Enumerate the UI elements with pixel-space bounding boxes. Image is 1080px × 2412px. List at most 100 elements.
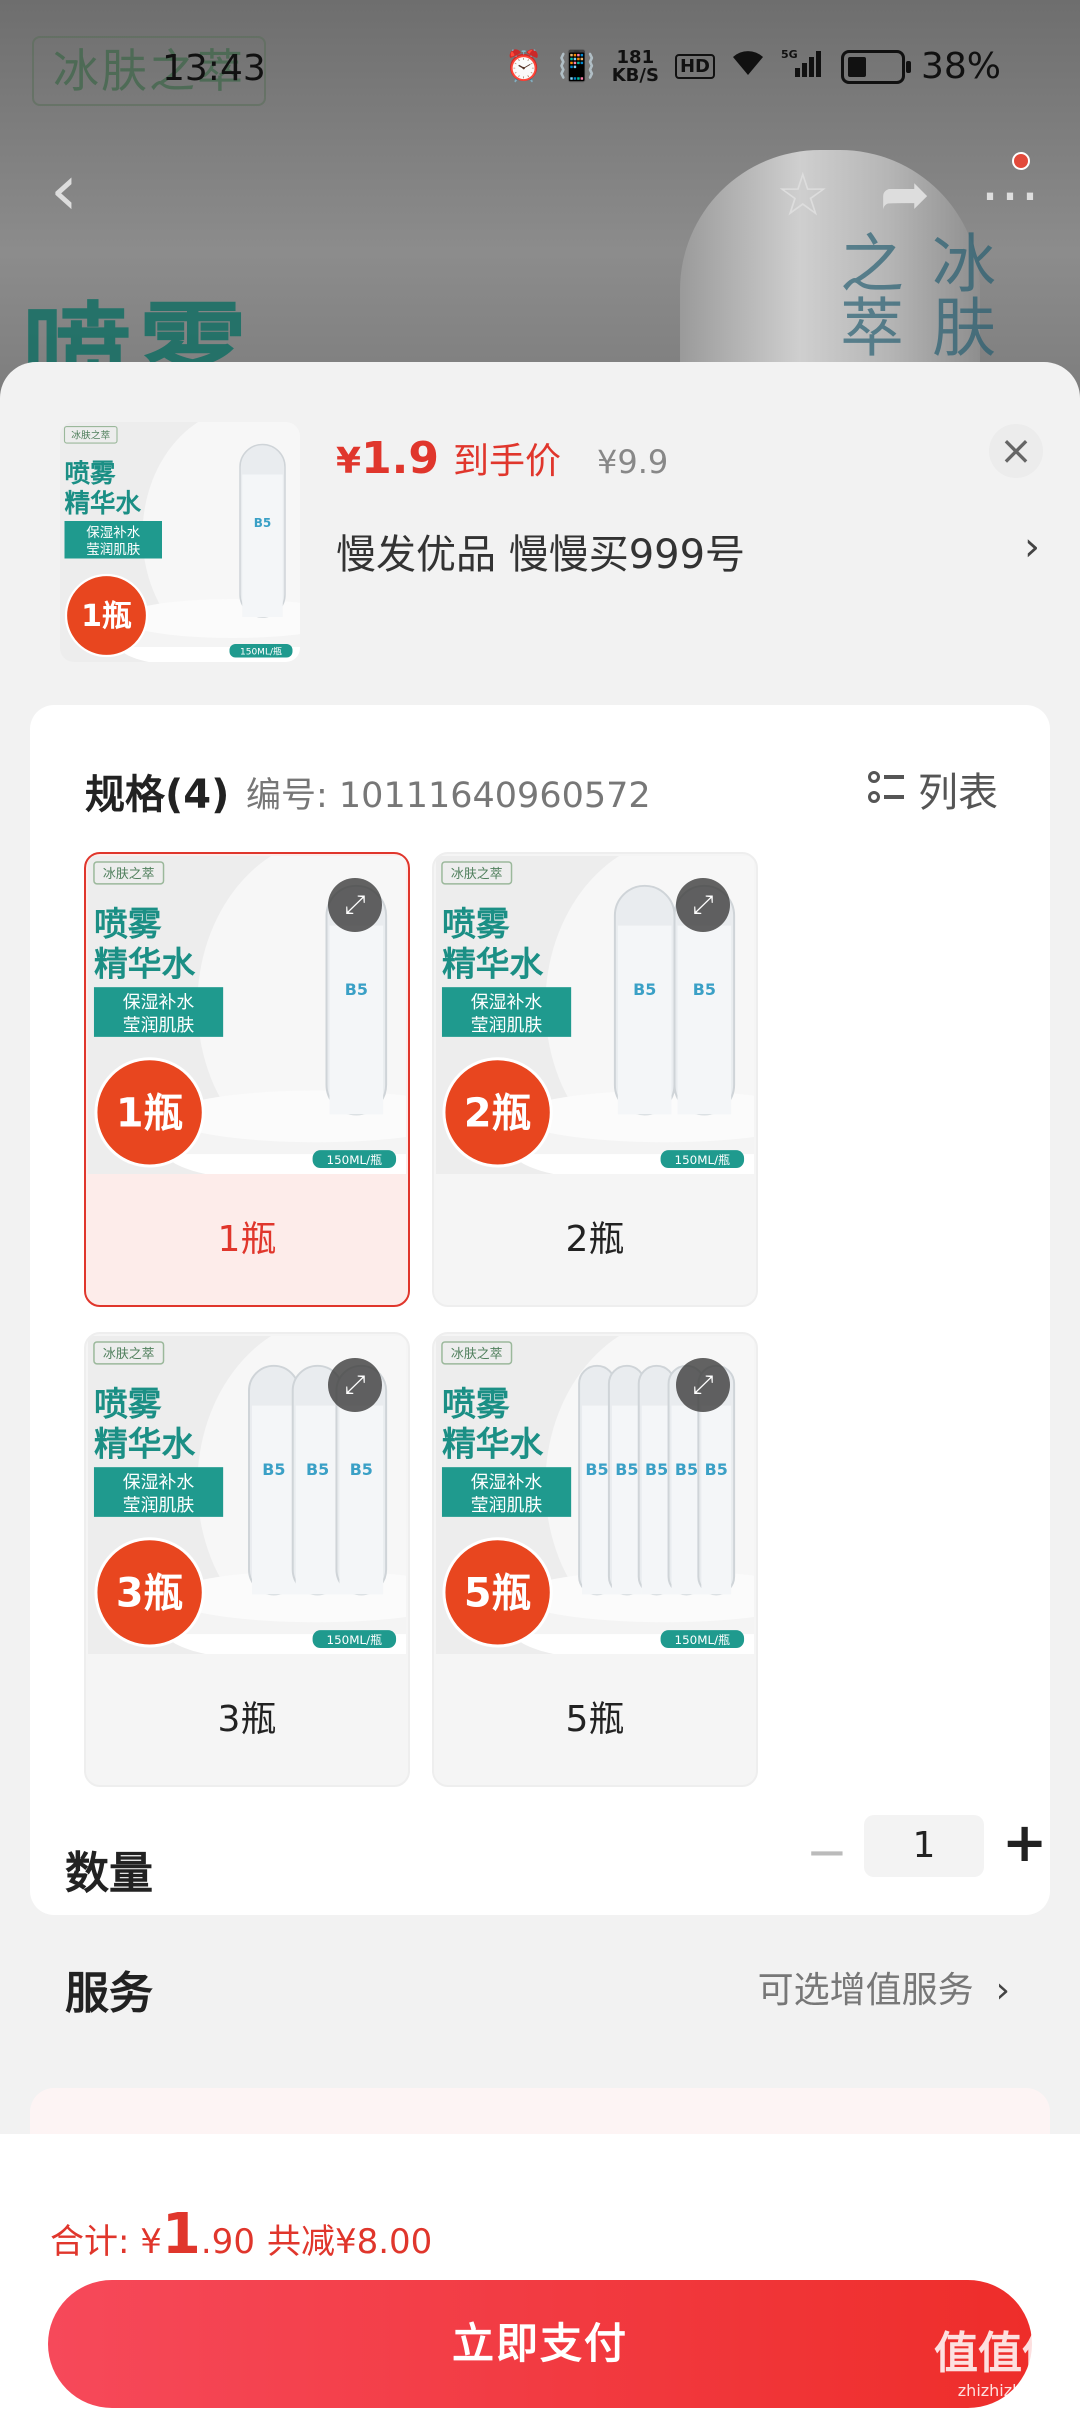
back-icon[interactable]: ‹ bbox=[50, 155, 90, 225]
svg-text:保湿补水: 保湿补水 bbox=[471, 992, 543, 1013]
promo-text[interactable]: 慢发优品 慢慢买999号 bbox=[336, 522, 745, 580]
wifi-icon bbox=[731, 49, 765, 85]
status-time: 13:43 bbox=[162, 48, 266, 89]
svg-text:B5: B5 bbox=[254, 516, 272, 530]
svg-text:1瓶: 1瓶 bbox=[116, 1090, 183, 1136]
total-price: 合计: ¥1.90 共减¥8.00 bbox=[50, 2202, 433, 2267]
close-icon[interactable]: × bbox=[989, 424, 1043, 478]
original-price: ¥9.9 bbox=[597, 443, 669, 481]
expand-icon[interactable]: ⤢ bbox=[676, 878, 730, 932]
svg-text:精华水: 精华水 bbox=[94, 944, 196, 983]
svg-text:B5: B5 bbox=[705, 1460, 728, 1479]
svg-text:精华水: 精华水 bbox=[65, 489, 142, 519]
checkout-footer: 合计: ¥1.90 共减¥8.00 立即支付 值值值 zhizhizhi.com bbox=[0, 2134, 1080, 2412]
spec-option-5[interactable]: B5 B5 B5 B5 B5 冰肤之萃 喷雾 精华水 保湿补水 莹润肌肤 5瓶 150ML/瓶 ⤢ 5… bbox=[432, 1332, 758, 1787]
price-currency: ¥ bbox=[336, 441, 362, 482]
svg-text:保湿补水: 保湿补水 bbox=[123, 992, 195, 1013]
svg-text:B5: B5 bbox=[675, 1460, 698, 1479]
service-label: 服务 bbox=[65, 1968, 153, 2019]
svg-text:莹润肌肤: 莹润肌肤 bbox=[471, 1015, 543, 1036]
expand-icon[interactable]: ⤢ bbox=[328, 878, 382, 932]
svg-text:保湿补水: 保湿补水 bbox=[86, 525, 140, 541]
svg-text:B5: B5 bbox=[633, 980, 656, 999]
chevron-right-icon: › bbox=[995, 1970, 1010, 2011]
signal-icon: 5G bbox=[781, 48, 825, 86]
service-selector[interactable]: 可选增值服务 › bbox=[758, 1961, 1010, 2013]
spec-option-label: 2瓶 bbox=[565, 1219, 625, 1260]
svg-text:喷雾: 喷雾 bbox=[65, 459, 117, 489]
spec-title: 规格(4) bbox=[85, 772, 230, 818]
svg-text:150ML/瓶: 150ML/瓶 bbox=[675, 1633, 731, 1647]
svg-text:150ML/瓶: 150ML/瓶 bbox=[327, 1153, 383, 1167]
status-icons: ⏰ 📳 181 KB/S HD 5G 38% bbox=[505, 46, 1001, 87]
svg-text:冰肤之萃: 冰肤之萃 bbox=[451, 1347, 503, 1362]
spec-card: 规格(4) 编号: 10111640960572 列表 B5 冰肤之萃 喷雾 精华水保… bbox=[30, 705, 1050, 2019]
vibrate-icon: 📳 bbox=[558, 49, 596, 84]
svg-text:150ML/瓶: 150ML/瓶 bbox=[675, 1153, 731, 1167]
hd-icon: HD bbox=[674, 54, 715, 79]
quantity-minus-button[interactable]: − bbox=[806, 1823, 848, 1881]
svg-text:莹润肌肤: 莹润肌肤 bbox=[123, 1495, 195, 1516]
svg-text:喷雾: 喷雾 bbox=[442, 1385, 510, 1424]
final-price-label: 到手价 bbox=[453, 441, 562, 482]
quantity-label: 数量 bbox=[65, 1848, 153, 1899]
svg-text:喷雾: 喷雾 bbox=[94, 1385, 162, 1424]
bottle: B5 bbox=[239, 443, 286, 618]
expand-icon[interactable]: ⤢ bbox=[676, 1358, 730, 1412]
svg-text:1瓶: 1瓶 bbox=[81, 599, 132, 634]
svg-text:B5: B5 bbox=[585, 1460, 608, 1479]
product-thumbnail[interactable]: B5 冰肤之萃喷雾 精华水保湿补水 莹润肌肤 1瓶 150ML/瓶 bbox=[60, 422, 300, 662]
final-price: 1.9 bbox=[361, 433, 440, 484]
svg-text:莹润肌肤: 莹润肌肤 bbox=[123, 1015, 195, 1036]
battery-percent: 38% bbox=[920, 46, 1001, 87]
spec-option-label: 1瓶 bbox=[217, 1219, 277, 1260]
quantity-input[interactable]: 1 bbox=[864, 1815, 984, 1877]
svg-text:精华水: 精华水 bbox=[442, 1424, 544, 1463]
star-icon[interactable]: ☆ bbox=[776, 160, 830, 230]
svg-text:5瓶: 5瓶 bbox=[464, 1570, 531, 1616]
bottle: B5 bbox=[247, 1364, 300, 1596]
status-bar: 13:43 ⏰ 📳 181 KB/S HD 5G 38% bbox=[0, 40, 1080, 100]
savings-text: 共减¥8.00 bbox=[266, 2222, 433, 2262]
share-icon[interactable]: ➦ bbox=[880, 160, 930, 230]
spec-bottom-sheet: × B5 冰肤之萃 喷雾 精华水 保湿补水 莹润肌肤 1瓶 150ML/瓶 ¥1.9 到手价 … bbox=[0, 362, 1080, 2412]
svg-text:B5: B5 bbox=[350, 1460, 373, 1479]
svg-text:B5: B5 bbox=[345, 980, 368, 999]
svg-text:B5: B5 bbox=[645, 1460, 668, 1479]
spec-option-1[interactable]: B5 冰肤之萃喷雾 精华水保湿补水 莹润肌肤 1瓶 150ML/瓶 ⤢ 1瓶 bbox=[84, 852, 410, 1307]
spec-option-3[interactable]: B5 B5 B5 冰肤之萃 喷雾 精华水 保湿补水 莹润肌肤 3瓶 150ML/瓶 ⤢ 3瓶 bbox=[84, 1332, 410, 1787]
svg-text:3瓶: 3瓶 bbox=[116, 1570, 183, 1616]
spec-option-2[interactable]: B5 B5 冰肤之萃 喷雾 精华水 保湿补水 莹润肌肤 2瓶 150ML/瓶 ⤢ 2瓶 bbox=[432, 852, 758, 1307]
spec-option-label: 3瓶 bbox=[217, 1699, 277, 1740]
pay-now-button[interactable]: 立即支付 bbox=[48, 2280, 1032, 2408]
svg-text:冰肤之萃: 冰肤之萃 bbox=[103, 867, 155, 882]
price-row: ¥1.9 到手价 ¥9.9 bbox=[336, 432, 668, 484]
spec-option-label: 5瓶 bbox=[565, 1699, 625, 1740]
alarm-icon: ⏰ bbox=[505, 49, 543, 84]
svg-text:喷雾: 喷雾 bbox=[442, 905, 510, 944]
svg-text:莹润肌肤: 莹润肌肤 bbox=[471, 1495, 543, 1516]
bottle: B5 bbox=[613, 884, 676, 1116]
product-illustration: B5 冰肤之萃喷雾精华水保湿补水莹润肌肤 1瓶 150ML/瓶 bbox=[60, 422, 300, 662]
net-speed: 181 KB/S bbox=[611, 46, 659, 86]
list-icon bbox=[868, 771, 904, 807]
svg-text:B5: B5 bbox=[693, 980, 716, 999]
svg-text:2瓶: 2瓶 bbox=[464, 1090, 531, 1136]
svg-text:喷雾: 喷雾 bbox=[94, 905, 162, 944]
svg-text:精华水: 精华水 bbox=[442, 944, 544, 983]
svg-text:冰肤之萃: 冰肤之萃 bbox=[103, 1347, 155, 1362]
svg-text:150ML/瓶: 150ML/瓶 bbox=[327, 1633, 383, 1647]
more-icon[interactable]: ⋯ bbox=[980, 152, 1040, 230]
chevron-right-icon[interactable]: › bbox=[1024, 524, 1040, 570]
battery-icon bbox=[840, 49, 911, 84]
list-view-toggle[interactable]: 列表 bbox=[868, 760, 998, 818]
svg-text:150ML/瓶: 150ML/瓶 bbox=[240, 646, 282, 658]
quantity-plus-button[interactable]: + bbox=[1002, 1811, 1047, 1874]
nav-actions: ☆ ➦ ⋯ bbox=[776, 152, 1040, 230]
site-watermark: 值值值 zhizhizhi.com bbox=[934, 2328, 1066, 2400]
expand-icon[interactable]: ⤢ bbox=[328, 1358, 382, 1412]
svg-text:B5: B5 bbox=[262, 1460, 285, 1479]
svg-text:冰肤之萃: 冰肤之萃 bbox=[71, 429, 110, 442]
svg-text:精华水: 精华水 bbox=[94, 1424, 196, 1463]
svg-text:莹润肌肤: 莹润肌肤 bbox=[86, 542, 140, 558]
